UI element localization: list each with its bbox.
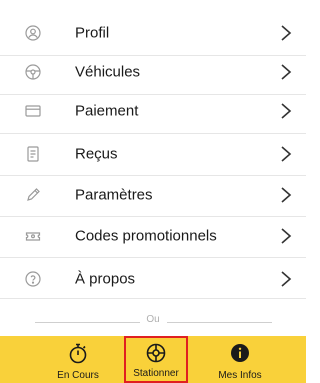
pencil-icon [25,187,41,203]
receipt-icon [25,145,41,162]
tab-stationner[interactable]: Stationner [124,336,188,383]
tab-en-cours[interactable]: En Cours [33,336,123,383]
ticket-icon [25,228,41,244]
question-circle-icon [25,270,41,287]
chevron-right-icon [280,63,292,81]
separator-line-right [167,322,272,323]
menu-item-label: Paramètres [75,186,153,203]
chevron-right-icon [280,227,292,245]
menu-item-a-propos[interactable]: À propos [0,256,306,301]
parking-wheel-icon [145,342,167,364]
bottom-tab-bar: En Cours Stationner Mes Infos [0,336,306,383]
divider [0,298,306,299]
menu-item-label: Reçus [75,145,118,162]
credit-card-icon [25,103,41,119]
tab-label: En Cours [57,370,99,381]
menu-item-codes-promotionnels[interactable]: Codes promotionnels [0,213,306,258]
menu-item-label: Paiement [75,102,139,119]
chevron-right-icon [280,145,292,163]
menu-item-label: À propos [75,270,136,287]
tab-label: Mes Infos [218,370,262,381]
chevron-right-icon [280,270,292,288]
info-circle-icon [229,342,251,364]
menu-item-label: Profil [75,24,110,41]
stopwatch-icon [67,342,89,364]
menu-item-parametres[interactable]: Paramètres [0,172,306,217]
separator-text: Ou [146,314,160,325]
menu-item-paiement[interactable]: Paiement [0,88,306,133]
chevron-right-icon [280,24,292,42]
tab-label: Stationner [133,368,179,379]
steering-wheel-icon [25,63,41,80]
menu-item-label: Codes promotionnels [75,227,217,244]
menu-item-recus[interactable]: Reçus [0,131,306,176]
user-circle-icon [25,24,41,41]
chevron-right-icon [280,102,292,120]
chevron-right-icon [280,186,292,204]
tab-mes-infos[interactable]: Mes Infos [205,336,275,383]
menu-item-label: Véhicules [75,63,141,80]
